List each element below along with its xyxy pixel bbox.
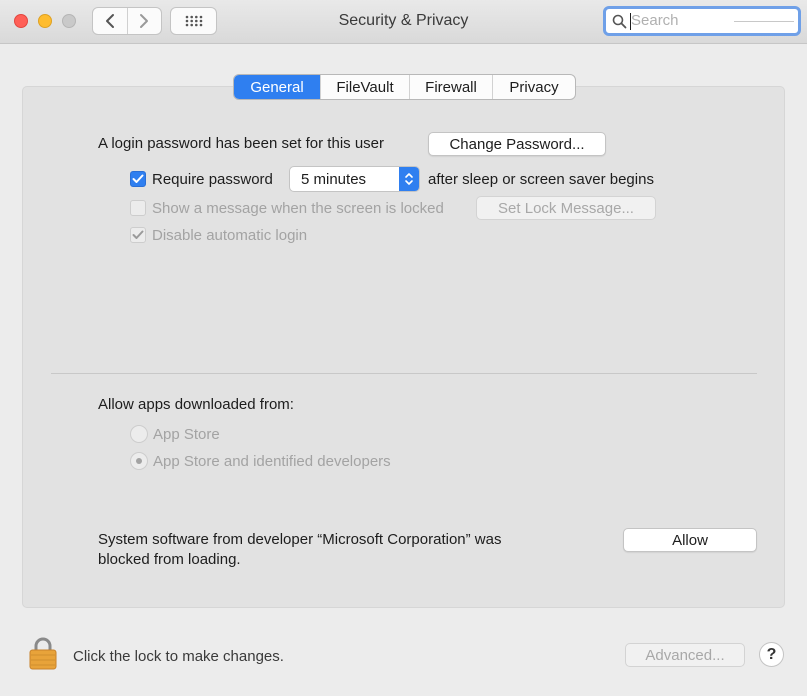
- tab-bar: General FileVault Firewall Privacy: [233, 74, 576, 100]
- set-lock-message-button[interactable]: Set Lock Message...: [476, 196, 656, 220]
- lock-icon[interactable]: [28, 636, 58, 670]
- allow-apps-heading: Allow apps downloaded from:: [98, 396, 294, 413]
- tab-firewall[interactable]: Firewall: [409, 75, 492, 99]
- tab-filevault[interactable]: FileVault: [320, 75, 409, 99]
- section-divider: [51, 373, 757, 374]
- title-bar: Security & Privacy Search: [0, 0, 807, 44]
- tab-privacy[interactable]: Privacy: [492, 75, 575, 99]
- help-icon[interactable]: ?: [759, 642, 784, 667]
- login-password-text: A login password has been set for this u…: [98, 135, 384, 152]
- show-message-checkbox[interactable]: [130, 200, 146, 216]
- password-delay-value: 5 minutes: [301, 171, 367, 188]
- checkmark-icon: [132, 174, 144, 183]
- search-field-line: [734, 21, 794, 22]
- after-sleep-text: after sleep or screen saver begins: [428, 171, 654, 188]
- checkmark-icon: [132, 230, 144, 239]
- show-message-label: Show a message when the screen is locked: [152, 200, 444, 217]
- stepper-icon: [399, 167, 419, 191]
- radio-selected-dot: [136, 458, 142, 464]
- search-placeholder: Search: [631, 12, 679, 29]
- radio-identified-developers[interactable]: [130, 452, 148, 470]
- radio-app-store[interactable]: [130, 425, 148, 443]
- advanced-button[interactable]: Advanced...: [625, 643, 745, 667]
- blocked-message-line2: blocked from loading.: [98, 551, 241, 568]
- search-icon: [612, 14, 627, 29]
- search-input[interactable]: Search: [603, 6, 801, 36]
- disable-auto-login-label: Disable automatic login: [152, 227, 308, 244]
- tab-general[interactable]: General: [234, 75, 320, 99]
- radio-app-store-label: App Store: [153, 426, 220, 443]
- require-password-label: Require password: [152, 171, 273, 188]
- blocked-message-line1: System software from developer “Microsof…: [98, 531, 502, 548]
- require-password-checkbox[interactable]: [130, 171, 146, 187]
- radio-identified-developers-label: App Store and identified developers: [153, 453, 391, 470]
- password-delay-select[interactable]: 5 minutes: [289, 166, 420, 192]
- lock-instruction-text: Click the lock to make changes.: [73, 648, 284, 665]
- allow-button[interactable]: Allow: [623, 528, 757, 552]
- disable-auto-login-checkbox[interactable]: [130, 227, 146, 243]
- change-password-button[interactable]: Change Password...: [428, 132, 606, 156]
